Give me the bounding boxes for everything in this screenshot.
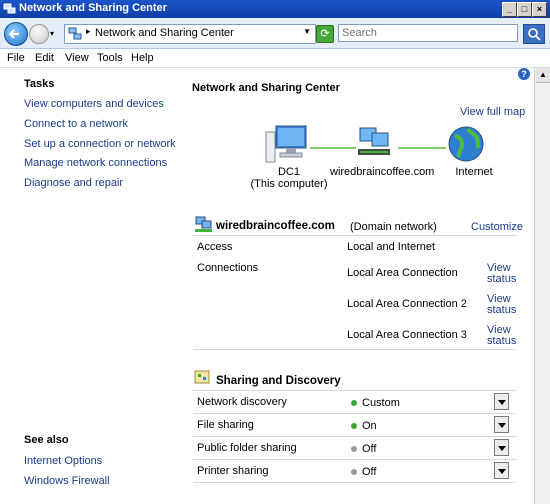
title-bar: Network and Sharing Center _ □ × xyxy=(0,0,550,18)
address-field[interactable]: ▸ Network and Sharing Center ▼ xyxy=(64,24,316,44)
network-to-internet-link xyxy=(398,147,446,149)
network-type: (Domain network) xyxy=(350,221,437,233)
connection-name: Local Area Connection 2 xyxy=(347,298,467,310)
pc-label: DC1 xyxy=(277,166,300,178)
task-diagnose-repair[interactable]: Diagnose and repair xyxy=(24,177,123,189)
sharing-item-value: Custom xyxy=(362,397,400,409)
task-pane: Tasks View computers and devices Connect… xyxy=(0,68,180,504)
sharing-item-label: Network discovery xyxy=(197,396,287,408)
address-path: Network and Sharing Center xyxy=(95,27,234,39)
search-button[interactable] xyxy=(523,24,545,44)
window-title: Network and Sharing Center xyxy=(19,2,167,14)
internet-globe-icon xyxy=(448,126,484,162)
address-dropdown-icon[interactable]: ▼ xyxy=(303,27,311,36)
menu-tools[interactable]: Tools xyxy=(97,52,123,64)
tasks-heading: Tasks xyxy=(24,78,55,90)
domain-network-small-icon xyxy=(195,216,212,232)
menu-file[interactable]: File xyxy=(7,52,25,64)
sharing-item-value: On xyxy=(362,420,377,432)
connections-label: Connections xyxy=(197,262,259,274)
page-title: Network and Sharing Center xyxy=(192,82,340,94)
search-icon xyxy=(528,28,541,41)
task-setup-connection[interactable]: Set up a connection or network xyxy=(24,138,176,150)
computer-icon xyxy=(265,125,307,163)
pc-sublabel: (This computer) xyxy=(250,178,328,190)
task-view-computers[interactable]: View computers and devices xyxy=(24,98,164,110)
view-status-link-3b[interactable]: status xyxy=(487,335,516,347)
expand-network-discovery-button[interactable] xyxy=(494,393,509,410)
back-arrow-icon xyxy=(8,29,19,39)
sharing-heading: Sharing and Discovery xyxy=(216,375,341,387)
divider xyxy=(193,482,516,483)
minimize-button[interactable]: _ xyxy=(502,2,517,17)
view-status-link-2b[interactable]: status xyxy=(487,304,516,316)
view-status-link-1b[interactable]: status xyxy=(487,273,516,285)
divider xyxy=(193,390,516,391)
address-toolbar: ▾ ▸ Network and Sharing Center ▼ ⟳ xyxy=(0,18,550,49)
menu-bar: File Edit View Tools Help xyxy=(0,49,550,68)
see-also-heading: See also xyxy=(24,434,69,446)
refresh-button[interactable]: ⟳ xyxy=(316,25,334,43)
network-folder-icon xyxy=(68,27,82,40)
divider xyxy=(193,235,516,236)
divider xyxy=(193,436,516,437)
sharing-icon xyxy=(194,370,210,384)
view-full-map-link[interactable]: View full map xyxy=(460,106,525,118)
expand-printer-sharing-button[interactable] xyxy=(494,462,509,479)
pc-to-network-link xyxy=(310,147,356,149)
divider xyxy=(193,413,516,414)
domain-network-icon xyxy=(358,127,390,155)
expand-file-sharing-button[interactable] xyxy=(494,416,509,433)
access-value: Local and Internet xyxy=(347,241,436,253)
network-icon xyxy=(3,3,16,14)
menu-help[interactable]: Help xyxy=(131,52,154,64)
vertical-scrollbar[interactable]: ▲ xyxy=(534,68,550,504)
menu-view[interactable]: View xyxy=(65,52,89,64)
internet-label: Internet xyxy=(455,166,493,178)
link-windows-firewall[interactable]: Windows Firewall xyxy=(24,475,110,487)
sharing-item-value: Off xyxy=(362,466,377,478)
sharing-item-label: Printer sharing xyxy=(197,465,269,477)
maximize-button[interactable]: □ xyxy=(517,2,532,17)
customize-link[interactable]: Customize xyxy=(471,221,523,233)
forward-button[interactable] xyxy=(29,24,49,44)
task-manage-connections[interactable]: Manage network connections xyxy=(24,157,167,169)
task-connect-network[interactable]: Connect to a network xyxy=(24,118,128,130)
divider xyxy=(193,349,516,350)
expand-public-folder-sharing-button[interactable] xyxy=(494,439,509,456)
connection-name: Local Area Connection xyxy=(347,267,458,279)
close-button[interactable]: × xyxy=(532,2,547,17)
menu-edit[interactable]: Edit xyxy=(35,52,54,64)
sharing-item-label: Public folder sharing xyxy=(197,442,297,454)
access-label: Access xyxy=(197,241,233,253)
network-name: wiredbraincoffee.com xyxy=(216,220,335,232)
network-label: wiredbraincoffee.com xyxy=(330,166,435,178)
sharing-item-label: File sharing xyxy=(197,419,254,431)
help-icon[interactable]: ? xyxy=(518,68,530,80)
history-dropdown-icon[interactable]: ▾ xyxy=(50,29,54,38)
scroll-up-button[interactable]: ▲ xyxy=(536,68,550,83)
sharing-item-value: Off xyxy=(362,443,377,455)
back-button[interactable] xyxy=(4,22,28,46)
connection-name: Local Area Connection 3 xyxy=(347,329,467,341)
divider xyxy=(193,459,516,460)
search-input[interactable] xyxy=(338,24,518,42)
breadcrumb-chevron-icon[interactable]: ▸ xyxy=(86,26,91,37)
link-internet-options[interactable]: Internet Options xyxy=(24,455,102,467)
